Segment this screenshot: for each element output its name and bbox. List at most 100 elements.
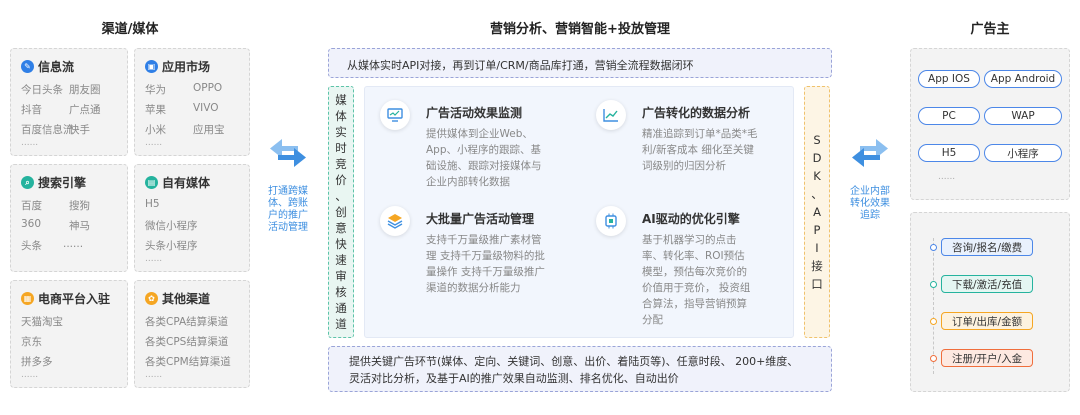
right-arrow-label: 企业内部 转化效果 追踪 xyxy=(844,186,896,222)
vertical-char: 核 xyxy=(335,285,347,299)
channel-item: 头条小程序 xyxy=(145,240,198,252)
vertical-char: 、 xyxy=(335,189,347,203)
ai-engine-icon xyxy=(596,206,626,236)
channel-item: 广点通 xyxy=(69,104,101,116)
feature-description-line: 词级别的归因分析 xyxy=(642,160,726,172)
left-arrow-label-line: 活动管理 xyxy=(268,222,308,233)
left-arrow-label: 打通跨媒 体、跨账 户的推广 活动管理 xyxy=(262,186,314,234)
vertical-char: 快 xyxy=(335,237,347,251)
timeline-line xyxy=(933,238,934,374)
channel-card-title: ▦ 电商平台入驻 xyxy=(21,290,110,307)
vertical-char: 时 xyxy=(335,141,347,155)
app-market-icon: ▣ xyxy=(145,60,158,73)
realtime-bidding-channel: 媒体实时竞价、创意快速审核通道 xyxy=(328,86,354,338)
channel-item: 搜狗 xyxy=(69,200,90,212)
channel-card-title-text: 信息流 xyxy=(38,60,75,74)
vertical-char: S xyxy=(813,133,821,147)
channel-item: VIVO xyxy=(193,102,219,114)
channel-item: 百度 xyxy=(21,200,42,212)
vertical-char: 体 xyxy=(335,109,347,123)
feature-description-line: 企业内部转化数据 xyxy=(426,176,510,188)
analysis-text-line: 灵活对比分析，及基于AI的推广效果自动监测、排名优化、自动出价 xyxy=(349,372,679,385)
channel-item: 天猫淘宝 xyxy=(21,316,63,328)
platform-pill: App Android xyxy=(984,70,1062,88)
feature-description: 提供媒体到企业Web、 App、小程序的跟踪、基 础设施、跟踪对接媒体与 企业内部转化… xyxy=(426,126,542,190)
feature-title: 广告转化的数据分析 xyxy=(642,106,751,120)
trend-chart-icon xyxy=(596,100,626,130)
own-media-icon: ▤ xyxy=(145,176,158,189)
channel-item: 微信小程序 xyxy=(145,220,198,232)
bidirectional-arrow-icon xyxy=(270,139,306,167)
left-arrow-label-line: 体、跨账 xyxy=(268,198,308,209)
feature-description: 支持千万量级推广素材管理 支持千万量级物料的批 量操作 支持千万量级推广 渠道的数据… xyxy=(426,232,545,296)
vertical-char: I xyxy=(815,241,819,255)
channel-more: ...... xyxy=(21,138,39,148)
channel-item: 头条 xyxy=(21,240,42,252)
conversion-target-pill: 订单/出库/金额 xyxy=(941,312,1034,330)
channel-item: 小米 xyxy=(145,124,166,136)
vertical-char: K xyxy=(813,169,821,183)
channel-item: 苹果 xyxy=(145,104,166,116)
ecommerce-icon: ▦ xyxy=(21,292,34,305)
other-channels-icon: ✿ xyxy=(145,292,158,305)
channel-item: 各类CPA结算渠道 xyxy=(145,316,229,328)
vertical-char: 通 xyxy=(335,301,347,315)
channel-item: 应用宝 xyxy=(193,124,225,136)
feature-description-line: 渠道的数据分析能力 xyxy=(426,282,521,294)
channel-more: ...... xyxy=(145,254,163,264)
feature-description-line: 支持千万量级推广素材管 xyxy=(426,234,542,246)
feature-description: 基于机器学习的点击 率、转化率、ROI预估 模型，预估每次竞价的 价值用于竞价， 投资… xyxy=(642,232,750,328)
vertical-char: 速 xyxy=(335,253,347,267)
channel-item: 360 xyxy=(21,218,42,230)
platform-pill: WAP xyxy=(984,107,1062,125)
bidirectional-arrow-icon xyxy=(852,139,888,167)
channel-item: 百度信息流 xyxy=(21,124,74,136)
channel-card: ▤ 自有媒体 H5 微信小程序 头条小程序...... xyxy=(134,164,250,272)
channel-card: ▦ 电商平台入驻天猫淘宝京东拼多多...... xyxy=(10,280,128,388)
conversion-target-pill: 注册/开户/入金 xyxy=(941,349,1034,367)
feature-title: AI驱动的优化引擎 xyxy=(642,212,740,226)
channel-item: 华为 xyxy=(145,84,166,96)
analysis-text-line: 提供关键广告环节(媒体、定向、关键词、创意、出价、着陆页等)、任意时段、 200… xyxy=(349,355,799,368)
channel-item: 今日头条 xyxy=(21,84,63,96)
sdk-api-interface: S D K 、 A P I 接口 xyxy=(804,86,830,338)
vertical-char: 价 xyxy=(335,173,347,187)
analysis-text: 提供关键广告环节(媒体、定向、关键词、创意、出价、着陆页等)、任意时段、 200… xyxy=(349,353,798,387)
right-arrow-label-line: 转化效果 xyxy=(850,198,890,209)
channel-item: 拼多多 xyxy=(21,356,53,368)
timeline-dot xyxy=(930,281,937,288)
channel-card-title-text: 应用市场 xyxy=(162,60,211,74)
channel-item: H5 xyxy=(145,198,160,210)
channel-card: ✎ 信息流 今日头条 朋友圈 抖音 广点通 百度信息流 快手...... xyxy=(10,48,128,156)
conversion-target-pill: 下载/激活/充值 xyxy=(941,275,1034,293)
platform-pill: PC xyxy=(918,107,980,125)
vertical-char: 竞 xyxy=(335,157,347,171)
feature-description: 精准追踪到订单*品类*毛 利/新客成本 细化至关键 词级别的归因分析 xyxy=(642,126,758,174)
channel-card-title: ⌕ 搜索引擎 xyxy=(21,174,86,191)
channel-card-title-text: 搜索引擎 xyxy=(38,176,87,190)
conversion-target-pill: 咨询/报名/缴费 xyxy=(941,238,1034,256)
feature-description-line: 率、转化率、ROI预估 xyxy=(642,250,745,262)
left-arrow-label-line: 打通跨媒 xyxy=(268,186,308,197)
feature-description-line: 量操作 支持千万量级推广 xyxy=(426,266,545,278)
channel-card-title: ✎ 信息流 xyxy=(21,58,74,75)
feature-title: 广告活动效果监测 xyxy=(426,106,523,120)
channel-card: ⌕ 搜索引擎 百度 搜狗 360 神马 头条...... xyxy=(10,164,128,272)
feature-description-line: 基于机器学习的点击 xyxy=(642,234,737,246)
timeline-dot xyxy=(930,318,937,325)
feature-description-line: 模型，预估每次竞价的 xyxy=(642,266,747,278)
channel-card-title-text: 电商平台入驻 xyxy=(38,292,111,306)
left-header: 渠道/媒体 xyxy=(101,22,159,37)
left-arrow-label-line: 户的推广 xyxy=(268,210,308,221)
monitor-icon xyxy=(380,100,410,130)
channel-item: 快手 xyxy=(69,124,90,136)
vertical-char: 媒 xyxy=(335,93,347,107)
right-header: 广告主 xyxy=(970,22,1010,37)
channel-more: ...... xyxy=(21,370,39,380)
timeline-dot xyxy=(930,244,937,251)
timeline-dot xyxy=(930,355,937,362)
vertical-char: A xyxy=(813,205,821,219)
feature-description-line: 合算法，指导营销预算 xyxy=(642,298,747,310)
channel-item: 京东 xyxy=(21,336,42,348)
vertical-char: P xyxy=(813,223,821,237)
